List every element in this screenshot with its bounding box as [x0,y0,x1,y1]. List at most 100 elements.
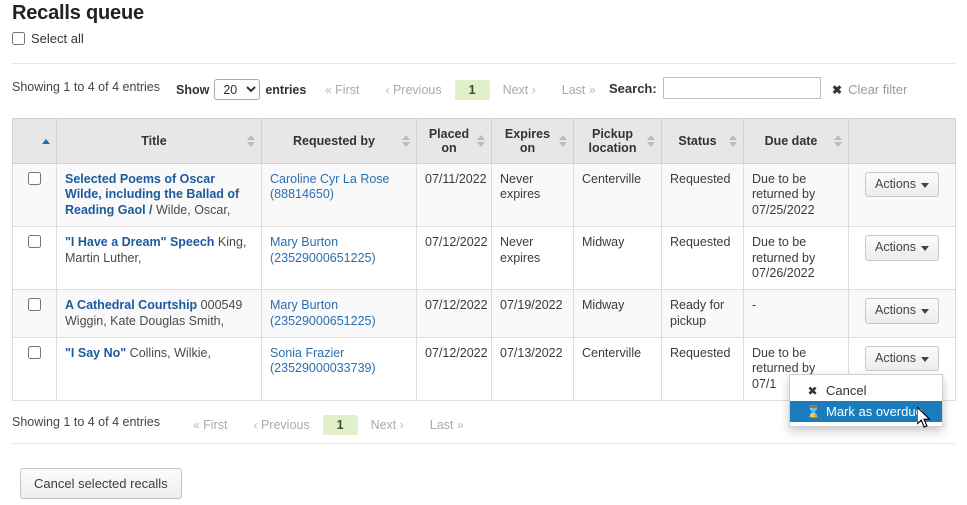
show-label: Show [176,83,209,97]
cell-status: Requested [662,164,744,227]
sort-icon [559,134,568,148]
cell-title: "I Have a Dream" Speech King, Martin Lut… [57,227,262,290]
row-select-cell[interactable] [13,290,57,338]
row-checkbox[interactable] [28,172,41,185]
column-header-expires-on[interactable]: Expires on [492,119,574,164]
sort-asc-icon [42,134,51,148]
select-all-row[interactable]: Select all [12,31,84,46]
cell-status: Requested [662,227,744,290]
title-author: Wilde, Oscar, [156,203,230,217]
actions-button[interactable]: Actions [865,346,939,371]
cell-status: Ready for pickup [662,290,744,338]
pagination-first-top[interactable]: « First [312,80,372,100]
cell-placed-on: 07/12/2022 [417,290,492,338]
cell-requested-by: Mary Burton (23529000651225) [262,227,417,290]
pagination-last-top[interactable]: Last » [549,80,609,100]
actions-button[interactable]: Actions [865,172,939,197]
title-link[interactable]: "I Say No" [65,346,126,360]
cell-placed-on: 07/12/2022 [417,227,492,290]
dropdown-item-label: Mark as overdue [826,404,923,419]
cell-expires-on: 07/19/2022 [492,290,574,338]
divider-top [12,63,955,64]
pagination-last-bottom[interactable]: Last » [417,415,477,435]
dropdown-item-cancel[interactable]: ✖ Cancel [790,380,942,401]
pagination-page-1-bottom[interactable]: 1 [323,415,358,435]
cell-title: "I Say No" Collins, Wilkie, [57,338,262,401]
clear-filter-label: Clear filter [848,82,907,97]
cell-expires-on: Never expires [492,227,574,290]
patron-link[interactable]: Sonia Frazier (23529000033739) [270,346,376,375]
column-header-actions [849,119,956,164]
hourglass-icon: ⌛ [806,405,819,419]
select-all-checkbox[interactable] [12,32,25,45]
actions-button[interactable]: Actions [865,298,939,323]
column-header-title[interactable]: Title [57,119,262,164]
page-title: Recalls queue [12,2,144,25]
cell-pickup-location: Centerville [574,164,662,227]
column-header-pickup-location[interactable]: Pickup location [574,119,662,164]
cell-requested-by: Mary Burton (23529000651225) [262,290,417,338]
row-checkbox[interactable] [28,346,41,359]
patron-link[interactable]: Mary Burton (23529000651225) [270,235,376,264]
search-label: Search: [609,81,657,96]
pagination-first-bottom[interactable]: « First [180,415,240,435]
column-header-due-date[interactable]: Due date [744,119,849,164]
title-link[interactable]: "I Have a Dream" Speech [65,235,214,249]
cell-title: Selected Poems of Oscar Wilde, including… [57,164,262,227]
select-all-label: Select all [31,31,84,46]
pagination-previous-bottom[interactable]: ‹ Previous [240,415,322,435]
pagination-next-bottom[interactable]: Next › [358,415,417,435]
cell-status: Requested [662,338,744,401]
page-length-control[interactable]: Show 20 entries [176,79,306,100]
cell-actions: Actions [849,164,956,227]
actions-button-label: Actions [875,177,916,192]
table-row: "I Have a Dream" Speech King, Martin Lut… [13,227,956,290]
cell-expires-on: Never expires [492,164,574,227]
sort-icon [834,134,843,148]
search-input[interactable] [663,77,821,99]
row-select-cell[interactable] [13,164,57,227]
cell-actions: Actions [849,227,956,290]
clear-filter-button[interactable]: ✖ Clear filter [832,82,907,97]
sort-icon [247,134,256,148]
sort-icon [477,134,486,148]
showing-entries-info-top: Showing 1 to 4 of 4 entries [12,80,160,94]
dropdown-item-mark-as-overdue[interactable]: ⌛ Mark as overdue [790,401,942,422]
pagination-page-1-top[interactable]: 1 [455,80,490,100]
cell-expires-on: 07/13/2022 [492,338,574,401]
cell-placed-on: 07/12/2022 [417,338,492,401]
table-toolbar: Showing 1 to 4 of 4 entries Show 20 entr… [12,76,955,106]
patron-link[interactable]: Caroline Cyr La Rose (88814650) [270,172,390,201]
cell-pickup-location: Midway [574,227,662,290]
column-header-placed-on[interactable]: Placed on [417,119,492,164]
actions-button[interactable]: Actions [865,235,939,260]
actions-button-label: Actions [875,303,916,318]
title-link[interactable]: A Cathedral Courtship [65,298,197,312]
x-icon: ✖ [832,83,842,97]
pagination-previous-top[interactable]: ‹ Previous [372,80,454,100]
recalls-table: Title Requested by Placed on Expires on … [12,118,956,401]
cell-requested-by: Caroline Cyr La Rose (88814650) [262,164,417,227]
row-select-cell[interactable] [13,227,57,290]
column-header-requested-by[interactable]: Requested by [262,119,417,164]
pagination-next-top[interactable]: Next › [490,80,549,100]
row-checkbox[interactable] [28,298,41,311]
sort-icon [729,134,738,148]
chevron-down-icon [921,309,929,314]
cancel-selected-recalls-button[interactable]: Cancel selected recalls [20,468,182,499]
row-select-cell[interactable] [13,338,57,401]
cell-pickup-location: Centerville [574,338,662,401]
actions-button-label: Actions [875,351,916,366]
chevron-down-icon [921,183,929,188]
page-length-select[interactable]: 20 [214,79,260,100]
cell-requested-by: Sonia Frazier (23529000033739) [262,338,417,401]
patron-link[interactable]: Mary Burton (23529000651225) [270,298,376,327]
pagination-bottom: « First ‹ Previous 1 Next › Last » [180,415,477,435]
table-row: A Cathedral Courtship 000549 Wiggin, Kat… [13,290,956,338]
column-header-select[interactable] [13,119,57,164]
search-control: Search: [609,77,821,99]
column-header-status[interactable]: Status [662,119,744,164]
sort-icon [402,134,411,148]
row-checkbox[interactable] [28,235,41,248]
chevron-down-icon [921,246,929,251]
